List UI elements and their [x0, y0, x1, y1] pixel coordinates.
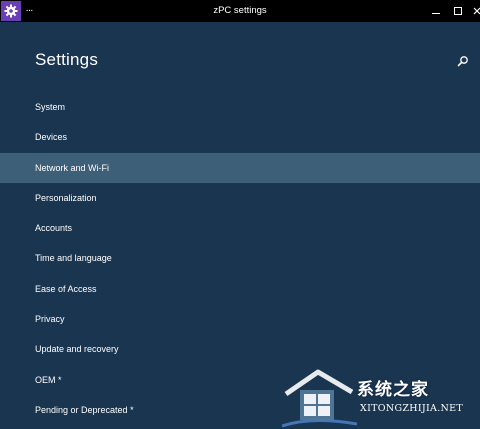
- title-bar: ··· zPC settings: [0, 0, 480, 22]
- close-icon[interactable]: [466, 0, 480, 22]
- settings-window: ··· zPC settings Settings System Devices…: [0, 0, 480, 429]
- nav-item-time-and-language[interactable]: Time and language: [0, 243, 480, 273]
- search-icon[interactable]: [456, 54, 470, 68]
- nav-item-privacy[interactable]: Privacy: [0, 304, 480, 334]
- more-options-button[interactable]: ···: [22, 0, 36, 22]
- nav-item-ease-of-access[interactable]: Ease of Access: [0, 274, 480, 304]
- window-title: zPC settings: [213, 5, 267, 16]
- nav-item-update-and-recovery[interactable]: Update and recovery: [0, 334, 480, 364]
- nav-item-accounts[interactable]: Accounts: [0, 213, 480, 243]
- nav-item-pending-or-deprecated[interactable]: Pending or Deprecated *: [0, 395, 480, 425]
- minimize-icon[interactable]: [425, 0, 447, 22]
- nav-item-personalization[interactable]: Personalization: [0, 183, 480, 213]
- nav-item-devices[interactable]: Devices: [0, 122, 480, 152]
- nav-item-network-and-wifi[interactable]: Network and Wi-Fi: [0, 152, 480, 183]
- nav-item-system[interactable]: System: [0, 92, 480, 122]
- nav-item-oem[interactable]: OEM *: [0, 365, 480, 395]
- settings-category-list: System Devices Network and Wi-Fi Persona…: [0, 92, 480, 425]
- gear-icon[interactable]: [1, 1, 21, 21]
- page-title: Settings: [35, 50, 99, 69]
